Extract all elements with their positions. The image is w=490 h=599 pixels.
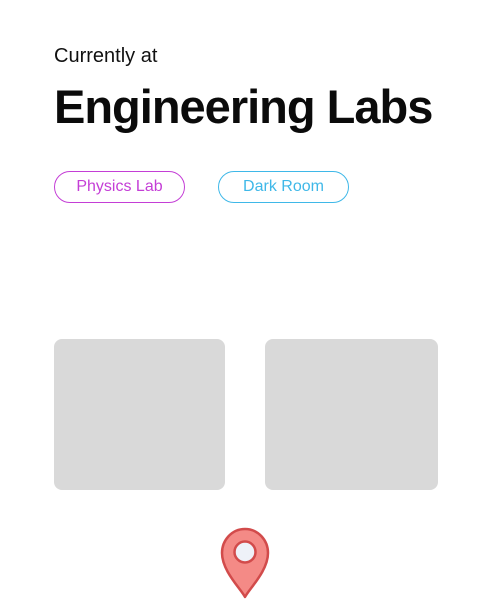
tag-physics-lab[interactable]: Physics Lab (54, 171, 185, 203)
room-card-placeholder-2[interactable] (265, 339, 438, 490)
tag-dark-room[interactable]: Dark Room (218, 171, 349, 203)
current-location-label: Currently at (54, 45, 158, 67)
map-pin-svg (220, 527, 270, 599)
location-title: Engineering Labs (54, 80, 433, 133)
map-pin-icon[interactable] (220, 527, 270, 599)
room-card-placeholder-1[interactable] (54, 339, 225, 490)
